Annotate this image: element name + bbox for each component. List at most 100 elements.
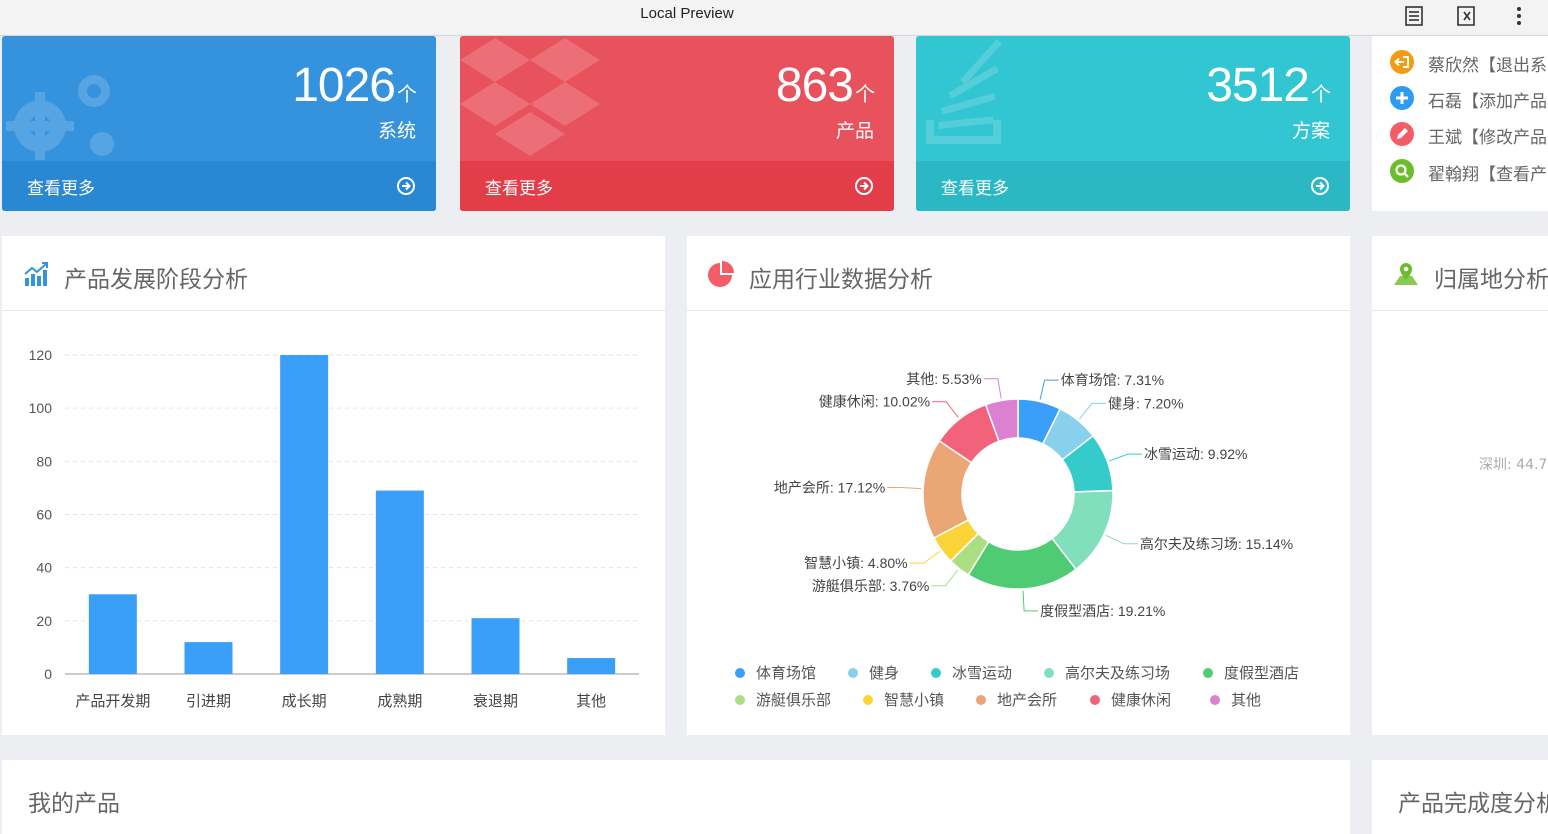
bar — [375, 490, 424, 674]
stat-card-solutions[interactable]: 3512 个 方案 查看更多 — [916, 36, 1350, 211]
slice-label: 体育场馆: 7.31% — [1061, 372, 1164, 388]
stat-value: 863 个 — [775, 59, 875, 112]
x-tick-label: 其他 — [576, 693, 606, 710]
arrow-circle-right-icon[interactable] — [1310, 176, 1330, 196]
y-tick-label: 100 — [29, 400, 53, 416]
arrow-circle-right-icon[interactable] — [396, 176, 416, 196]
chart-bar-icon — [24, 262, 48, 286]
map-region-label: 深圳: 44.70 — [1479, 457, 1548, 473]
view-more-link[interactable]: 查看更多 — [941, 174, 1009, 199]
legend-marker — [1203, 668, 1213, 678]
panel-title: 归属地分析 — [1434, 267, 1548, 293]
legend-label: 冰雪运动 — [952, 665, 1012, 682]
devtools-icon[interactable] — [1453, 3, 1479, 29]
feed-text: 蔡欣然【退出系 — [1428, 56, 1547, 76]
legend-label: 游艇俱乐部 — [756, 692, 831, 709]
y-tick-label: 20 — [36, 613, 52, 629]
donut-chart: 体育场馆: 7.31% 健身: 7.20% 冰雪运动: 9.92% 高尔夫及练习场: … — [735, 371, 1299, 709]
dropbox-icon — [460, 38, 600, 156]
label-leader-line — [932, 401, 959, 418]
slice-label: 健身: 7.20% — [1108, 395, 1183, 411]
gears-icon — [6, 75, 114, 160]
slice-label: 冰雪运动: 9.92% — [1144, 446, 1247, 462]
stat-label: 方案 — [1291, 120, 1330, 142]
stat-footer[interactable]: 查看更多 — [2, 161, 436, 211]
x-tick-label: 衰退期 — [473, 693, 518, 710]
panel-header: 应用行业数据分析 — [687, 236, 1350, 311]
view-more-link[interactable]: 查看更多 — [485, 174, 553, 199]
bar — [184, 642, 233, 674]
panel-industry-data: 应用行业数据分析 体育场馆: 7.31% 健身: 7.20% 冰雪运动: 9.92%… — [687, 236, 1350, 735]
slice-label: 游艇俱乐部: 3.76% — [812, 578, 929, 594]
panel-title: 应用行业数据分析 — [749, 267, 933, 293]
x-tick-label: 引进期 — [186, 693, 231, 710]
panel-my-products: 我的产品 — [2, 760, 1350, 834]
x-tick-label: 成熟期 — [377, 693, 422, 710]
pie-chart-icon — [708, 261, 734, 287]
feed-item[interactable]: 王斌【修改产品 — [1390, 120, 1548, 148]
more-vertical-icon[interactable] — [1506, 3, 1532, 29]
pencil-icon — [1390, 122, 1414, 146]
legend-label: 体育场馆 — [756, 665, 816, 682]
arrow-circle-right-icon[interactable] — [854, 176, 874, 196]
bar-chart: 0 20 40 60 80 100 120 产品开发期 引进期 成长期 成熟期 衰退期 其他 — [29, 347, 639, 710]
y-tick-label: 80 — [36, 453, 52, 469]
stat-value: 1026 个 — [292, 59, 417, 112]
legend-label: 高尔夫及练习场 — [1065, 665, 1170, 682]
panel-title: 我的产品 — [28, 791, 120, 817]
panel-header: 产品发展阶段分析 — [2, 236, 665, 311]
slice-label: 高尔夫及练习场: 15.14% — [1140, 536, 1293, 552]
slice-label: 其他: 5.53% — [906, 371, 981, 387]
y-tick-label: 0 — [44, 666, 52, 682]
stat-footer[interactable]: 查看更多 — [916, 161, 1350, 211]
legend-marker — [1210, 695, 1220, 705]
legend-marker — [735, 695, 745, 705]
legend-label: 健身 — [869, 665, 899, 682]
label-leader-line — [887, 486, 922, 490]
x-tick-label: 产品开发期 — [75, 693, 150, 710]
legend-marker — [1090, 695, 1100, 705]
document-icon[interactable] — [1401, 3, 1427, 29]
feed-text: 王斌【修改产品 — [1428, 128, 1547, 148]
y-tick-label: 40 — [36, 560, 52, 576]
legend-marker — [1044, 668, 1054, 678]
panel-completion: 产品完成度分析 — [1372, 760, 1548, 834]
slice-label: 地产会所: 17.12% — [774, 479, 885, 495]
legend-label: 地产会所 — [997, 692, 1057, 709]
map-marker-icon — [1394, 263, 1418, 285]
legend-label: 健康休闲 — [1111, 692, 1171, 709]
bar — [567, 658, 616, 674]
legend-marker — [735, 668, 745, 678]
stat-card-products[interactable]: 863 个 产品 查看更多 — [460, 36, 894, 211]
label-leader-line — [931, 569, 959, 587]
stat-card-systems[interactable]: 1026 个 系统 查看更多 — [2, 36, 436, 211]
panel-development-stage: 产品发展阶段分析 0 20 40 60 80 100 120 产品开发期 引进期 成长期 成熟期 衰退… — [2, 236, 665, 735]
x-tick-label: 成长期 — [282, 693, 327, 710]
label-leader-line — [1022, 590, 1039, 612]
label-leader-line — [1105, 534, 1138, 545]
stack-overflow-icon — [926, 39, 1003, 144]
legend-marker — [848, 668, 858, 678]
feed-item[interactable]: 蔡欣然【退出系 — [1390, 48, 1548, 76]
panel-header: 归属地分析 — [1372, 236, 1548, 311]
search-icon — [1390, 159, 1414, 183]
legend-label: 其他 — [1231, 692, 1261, 709]
activity-feed: 蔡欣然【退出系 石磊【添加产品 王斌【修改产品 翟翰翔【查看产 — [1372, 36, 1548, 211]
label-leader-line — [1109, 453, 1143, 462]
feed-item[interactable]: 翟翰翔【查看产 — [1390, 157, 1548, 185]
feed-text: 石磊【添加产品 — [1428, 92, 1547, 112]
label-leader-line — [1039, 379, 1059, 400]
panel-title: 产品发展阶段分析 — [64, 267, 248, 293]
feed-item[interactable]: 石磊【添加产品 — [1390, 84, 1548, 112]
legend-label: 度假型酒店 — [1224, 665, 1299, 682]
stat-footer[interactable]: 查看更多 — [460, 161, 894, 211]
label-leader-line — [1079, 402, 1107, 420]
stat-label: 系统 — [377, 120, 416, 142]
label-leader-line — [909, 550, 941, 564]
stat-value: 3512 个 — [1206, 59, 1331, 112]
slice-label: 智慧小镇: 4.80% — [804, 555, 907, 571]
plus-icon — [1390, 86, 1414, 110]
legend-marker — [976, 695, 986, 705]
view-more-link[interactable]: 查看更多 — [27, 174, 95, 199]
bar — [88, 594, 137, 674]
